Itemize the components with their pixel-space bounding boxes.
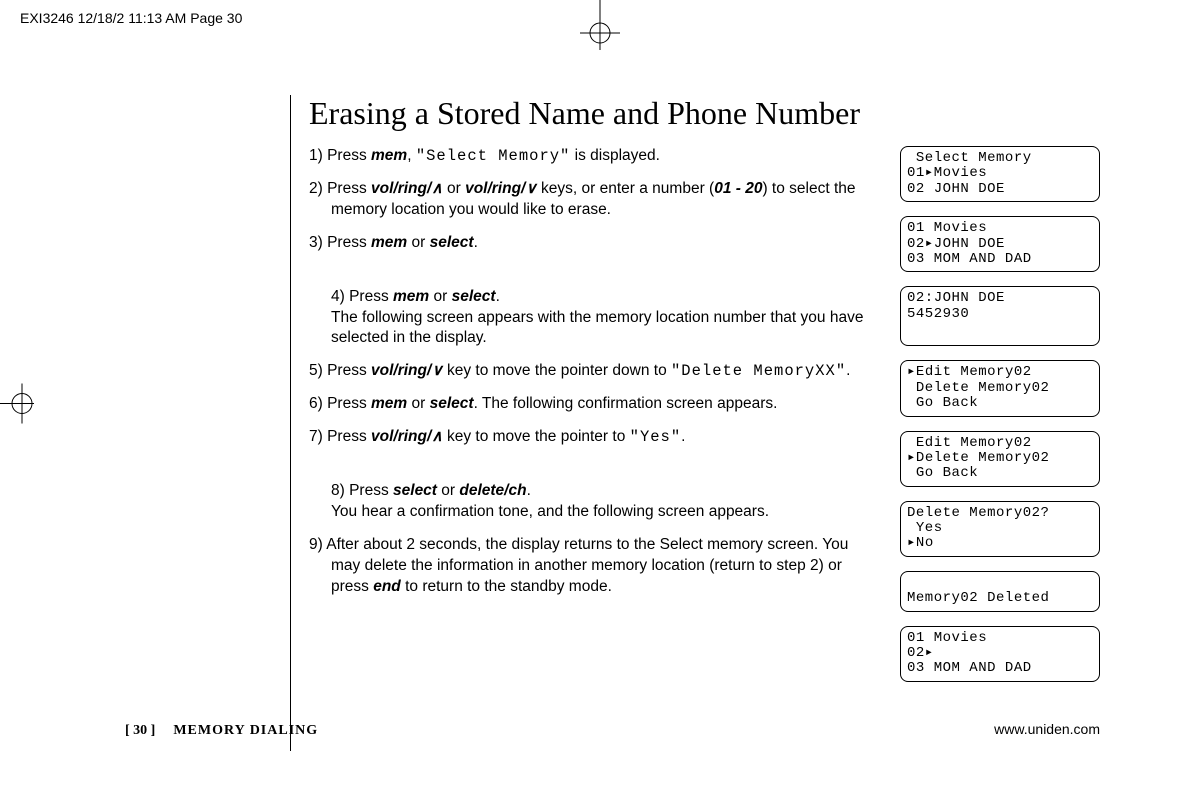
lcd-column: Select Memory 01▸Movies 02 JOHN DOE 01 M… — [900, 146, 1100, 682]
step-4: 4) Press mem or select. The following sc… — [309, 266, 870, 350]
step-1: 1) Press mem, "Select Memory" is display… — [309, 146, 870, 167]
step-3: 3) Press mem or select. — [309, 233, 870, 254]
lcd-screen-4: ▸Edit Memory02 Delete Memory02 Go Back — [900, 360, 1100, 416]
step-9: 9) After about 2 seconds, the display re… — [309, 535, 870, 598]
crop-mark-top — [580, 0, 620, 50]
step-2: 2) Press vol/ring/∧ or vol/ring/∨ keys, … — [309, 179, 870, 221]
crop-mark-left — [0, 383, 34, 428]
page-body: Erasing a Stored Name and Phone Number 1… — [290, 95, 1100, 751]
step-7: 7) Press vol/ring/∧ key to move the poin… — [309, 427, 870, 448]
lcd-screen-5: Edit Memory02 ▸Delete Memory02 Go Back — [900, 431, 1100, 487]
page-footer: [ 30 ] MEMORY DIALING www.uniden.com — [125, 721, 1100, 739]
lcd-screen-1: Select Memory 01▸Movies 02 JOHN DOE — [900, 146, 1100, 202]
footer-url: www.uniden.com — [994, 721, 1100, 737]
lcd-screen-6: Delete Memory02? Yes ▸No — [900, 501, 1100, 557]
lcd-screen-7: Memory02 Deleted — [900, 571, 1100, 612]
page-title: Erasing a Stored Name and Phone Number — [309, 95, 1100, 132]
lcd-screen-8: 01 Movies 02▸ 03 MOM AND DAD — [900, 626, 1100, 682]
instructions-column: 1) Press mem, "Select Memory" is display… — [309, 146, 870, 682]
page-number: [ 30 ] — [125, 723, 155, 738]
section-title: MEMORY DIALING — [173, 723, 318, 738]
step-8: 8) Press select or delete/ch. You hear a… — [309, 460, 870, 523]
step-6: 6) Press mem or select. The following co… — [309, 394, 870, 415]
print-header: EXI3246 12/18/2 11:13 AM Page 30 — [20, 10, 242, 26]
lcd-screen-3: 02:JOHN DOE 5452930 — [900, 286, 1100, 346]
lcd-screen-2: 01 Movies 02▸JOHN DOE 03 MOM AND DAD — [900, 216, 1100, 272]
step-5: 5) Press vol/ring/∨ key to move the poin… — [309, 361, 870, 382]
